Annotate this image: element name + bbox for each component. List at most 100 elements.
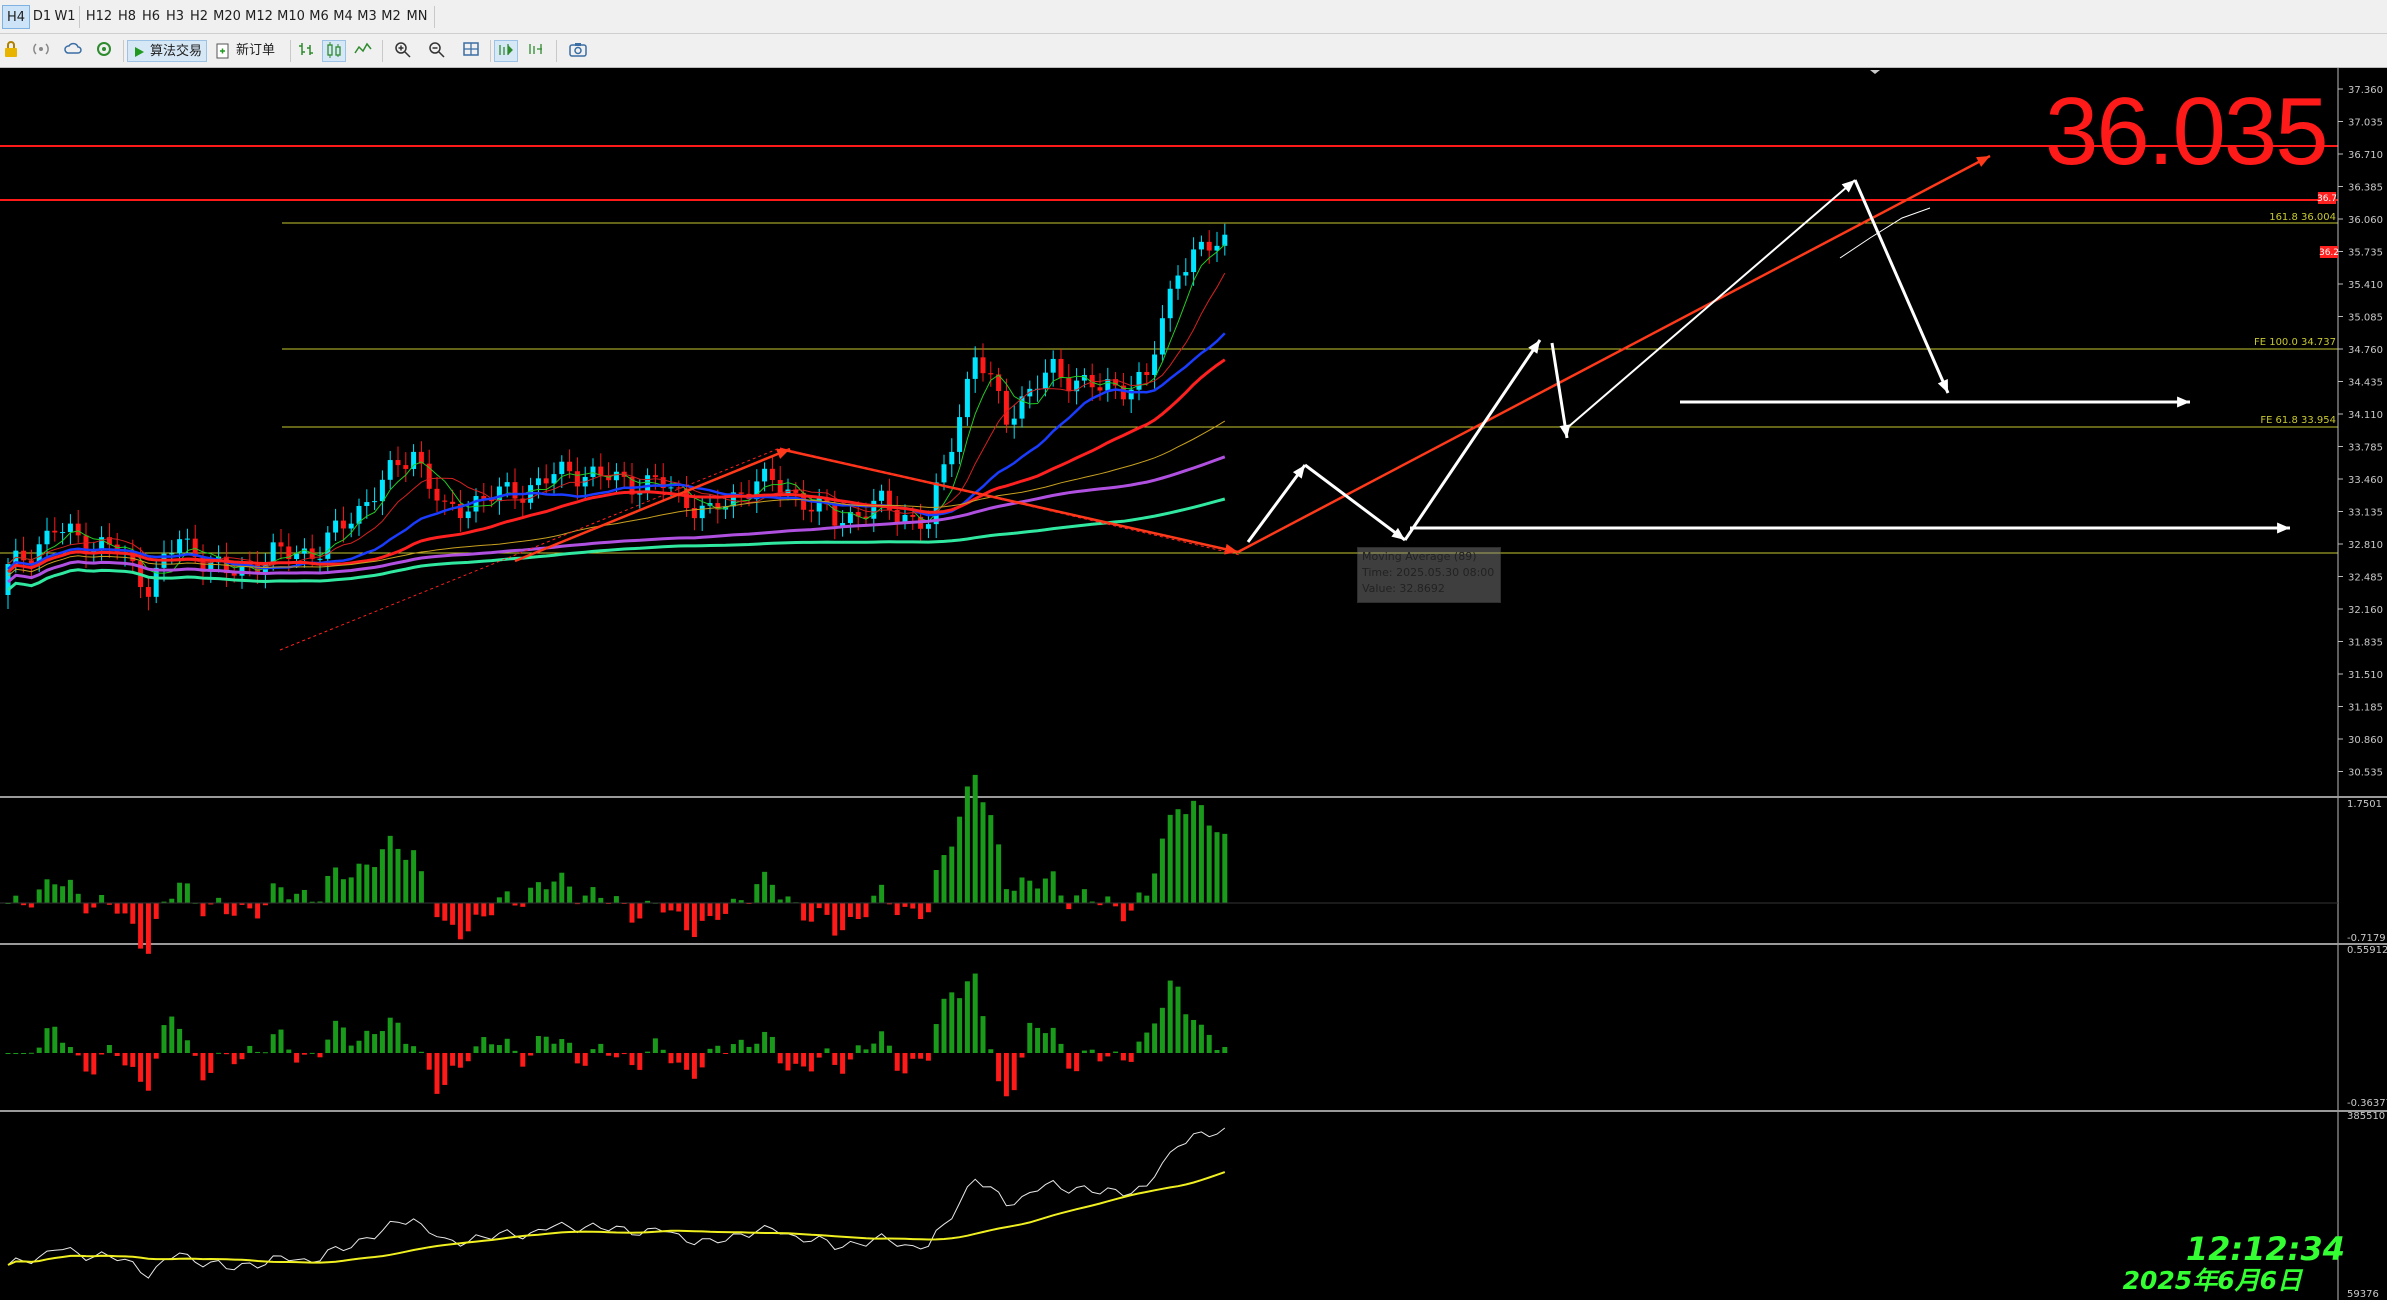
- macd-bar: [668, 903, 674, 911]
- macd-bar: [184, 883, 190, 903]
- timeframe-h2[interactable]: H2: [188, 5, 210, 29]
- oscillator-bar: [910, 1053, 916, 1059]
- timeframe-h8[interactable]: H8: [116, 5, 138, 29]
- oscillator-bar: [1074, 1053, 1080, 1072]
- price-axis-label: 32.485: [2348, 573, 2383, 584]
- new-order-button[interactable]: 新订单: [214, 40, 284, 62]
- candle-body: [567, 461, 573, 472]
- macd-bar: [871, 895, 877, 903]
- macd-bar: [1128, 903, 1134, 911]
- macd-bar: [832, 903, 838, 936]
- macd-bar: [762, 871, 768, 903]
- oscillator-bar: [450, 1053, 456, 1066]
- candle-body: [333, 520, 339, 533]
- oscillator-bar: [13, 1053, 19, 1054]
- timeframe-m4[interactable]: M4: [332, 5, 354, 29]
- timeframe-m20[interactable]: M20: [212, 5, 242, 29]
- candle-body: [340, 520, 346, 529]
- macd-bar: [660, 903, 666, 913]
- oscillator-bar: [1089, 1049, 1095, 1053]
- oscillator-bar: [1081, 1050, 1087, 1053]
- algo-trading-button[interactable]: 算法交易: [127, 40, 207, 62]
- price-chart[interactable]: 37.360 37.035 36.710 36.385 36.060 35.735 35.4…: [0, 68, 2387, 1300]
- oscillator-bar: [606, 1053, 612, 1056]
- timeframe-m12[interactable]: M12: [244, 5, 274, 29]
- macd-bar: [1144, 895, 1150, 903]
- timeframe-d1[interactable]: D1: [32, 5, 52, 29]
- candle-body: [60, 532, 66, 534]
- macd-bar: [247, 903, 253, 909]
- candle-body: [1066, 377, 1072, 392]
- timeframe-h4[interactable]: H4: [2, 5, 30, 29]
- lock-icon[interactable]: [2, 40, 20, 62]
- screenshot-icon[interactable]: [566, 40, 590, 62]
- oscillator-bar: [723, 1053, 729, 1054]
- oscillator-bar: [754, 1043, 760, 1053]
- timeframe-m6[interactable]: M6: [308, 5, 330, 29]
- timeframe-m2[interactable]: M2: [380, 5, 402, 29]
- oscillator-bar: [551, 1043, 557, 1053]
- macd-bar: [1167, 814, 1173, 903]
- timeframe-h3[interactable]: H3: [164, 5, 186, 29]
- candle-body: [411, 451, 417, 469]
- price-axis-label: 31.510: [2348, 670, 2383, 681]
- oscillator-bar: [863, 1049, 869, 1053]
- candle-body: [535, 478, 541, 486]
- cloud-icon[interactable]: [62, 40, 84, 62]
- toolbar-separator: [490, 40, 491, 62]
- macd-bar: [418, 871, 424, 903]
- oscillator-bar: [67, 1047, 73, 1053]
- grid-icon[interactable]: [460, 40, 482, 62]
- oscillator-bar: [567, 1042, 573, 1053]
- oscillator-bar: [840, 1053, 846, 1074]
- zoom-out-icon[interactable]: [426, 40, 448, 62]
- bar-chart-icon[interactable]: [295, 40, 317, 62]
- oscillator-bar: [808, 1053, 814, 1072]
- timeframe-mn[interactable]: MN: [404, 5, 430, 29]
- toolbar-separator: [123, 40, 124, 62]
- timeframe-m3[interactable]: M3: [356, 5, 378, 29]
- timeframe-h6[interactable]: H6: [140, 5, 162, 29]
- macd-bar: [723, 903, 729, 914]
- autoscroll-icon[interactable]: [494, 40, 518, 62]
- timeframe-h12[interactable]: H12: [84, 5, 114, 29]
- oscillator-bar: [691, 1053, 697, 1079]
- macd-bar: [964, 786, 970, 903]
- candle-body: [372, 501, 378, 503]
- chart-shift-icon[interactable]: [524, 40, 548, 62]
- oscillator-bar: [855, 1045, 861, 1053]
- macd-bar: [816, 903, 822, 909]
- line-chart-icon[interactable]: [352, 40, 374, 62]
- signal-icon[interactable]: [30, 40, 52, 62]
- candle-body: [1198, 241, 1204, 250]
- oscillator-bar: [1105, 1053, 1111, 1057]
- macd-bar: [1191, 800, 1197, 903]
- candle-body: [387, 460, 393, 480]
- candle-body: [44, 530, 50, 545]
- oscillator-bar: [652, 1038, 658, 1053]
- oscillator-bar: [83, 1053, 89, 1072]
- toolbar-separator: [290, 40, 291, 62]
- zoom-in-icon[interactable]: [392, 40, 414, 62]
- oscillator-bar: [145, 1053, 151, 1091]
- candle-body: [574, 471, 580, 487]
- macd-bar: [730, 898, 736, 903]
- candle-chart-icon[interactable]: [322, 40, 346, 62]
- candle-body: [1058, 358, 1064, 378]
- oscillator-bar: [442, 1053, 448, 1085]
- price-axis-label: 36.060: [2348, 215, 2383, 226]
- oscillator-bar: [340, 1027, 346, 1053]
- candle-body: [980, 357, 986, 374]
- macd-bar: [83, 903, 89, 914]
- refresh-icon[interactable]: [93, 40, 115, 62]
- oscillator-bar: [528, 1053, 534, 1056]
- timeframe-w1[interactable]: W1: [54, 5, 76, 29]
- timeframe-m10[interactable]: M10: [276, 5, 306, 29]
- macd-bar: [925, 903, 931, 913]
- price-axis-label: 35.085: [2348, 313, 2383, 324]
- macd-bar: [1035, 888, 1041, 903]
- macd-bar: [551, 881, 557, 903]
- macd-bar: [286, 899, 292, 903]
- price-axis-label: 33.460: [2348, 475, 2383, 486]
- candle-body: [465, 511, 471, 519]
